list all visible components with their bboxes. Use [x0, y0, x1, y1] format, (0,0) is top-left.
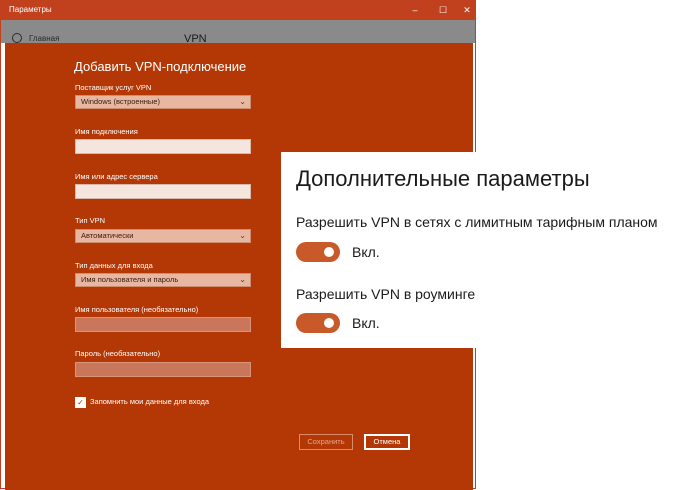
server-input[interactable] — [75, 184, 251, 199]
provider-select[interactable]: Windows (встроенные) ⌄ — [75, 95, 251, 109]
vpn-type-label: Тип VPN — [75, 216, 106, 225]
connection-name-input[interactable] — [75, 139, 251, 154]
metered-toggle-state: Вкл. — [352, 244, 380, 260]
signin-type-select[interactable]: Имя пользователя и пароль ⌄ — [75, 273, 251, 287]
toggle-knob — [324, 247, 334, 257]
signin-type-label: Тип данных для входа — [75, 261, 153, 270]
password-label: Пароль (необязательно) — [75, 349, 161, 358]
roaming-option-label: Разрешить VPN в роуминге — [296, 286, 476, 302]
metered-option-label: Разрешить VPN в сетях с лимитным тарифны… — [296, 214, 658, 230]
close-button[interactable]: ✕ — [460, 3, 474, 17]
roaming-toggle[interactable] — [296, 313, 340, 333]
provider-label: Поставщик услуг VPN — [75, 83, 152, 92]
vpn-type-select[interactable]: Автоматически ⌄ — [75, 229, 251, 243]
server-label: Имя или адрес сервера — [75, 172, 158, 181]
password-input[interactable] — [75, 362, 251, 377]
roaming-toggle-state: Вкл. — [352, 315, 380, 331]
chevron-down-icon: ⌄ — [239, 275, 246, 284]
chevron-down-icon: ⌄ — [239, 97, 246, 106]
metered-toggle[interactable] — [296, 242, 340, 262]
username-label: Имя пользователя (необязательно) — [75, 305, 199, 314]
dialog-title: Добавить VPN-подключение — [74, 59, 247, 74]
maximize-button[interactable]: ☐ — [436, 3, 450, 17]
home-label: Главная — [29, 34, 60, 43]
connection-name-label: Имя подключения — [75, 127, 138, 136]
remember-label: Запомнить мои данные для входа — [90, 397, 210, 406]
save-button[interactable]: Сохранить — [299, 434, 353, 450]
provider-value: Windows (встроенные) — [81, 97, 160, 106]
title-bar: Параметры – ☐ ✕ — [1, 1, 475, 20]
vpn-type-value: Автоматически — [81, 231, 134, 240]
settings-header: Главная VPN — [1, 20, 475, 45]
remember-checkbox[interactable]: ✓ — [75, 397, 86, 408]
chevron-down-icon: ⌄ — [239, 231, 246, 240]
toggle-knob — [324, 318, 334, 328]
panel-title: Дополнительные параметры — [296, 166, 590, 191]
window-title: Параметры — [9, 5, 52, 14]
advanced-settings-panel: Дополнительные параметры Разрешить VPN в… — [281, 152, 680, 348]
signin-type-value: Имя пользователя и пароль — [81, 275, 179, 284]
username-input[interactable] — [75, 317, 251, 332]
cancel-button[interactable]: Отмена — [364, 434, 410, 450]
minimize-button[interactable]: – — [408, 3, 422, 17]
gear-icon — [12, 33, 22, 43]
